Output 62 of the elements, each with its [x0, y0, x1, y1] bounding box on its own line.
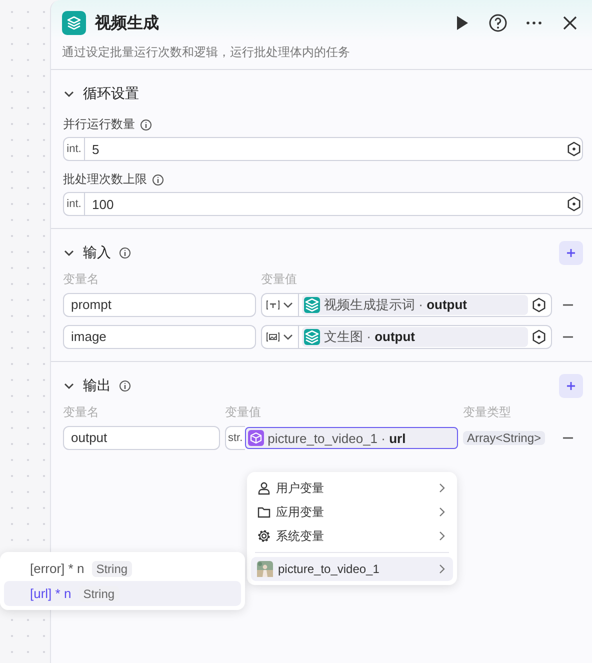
column-header: 变量类型	[463, 404, 512, 421]
layers-icon	[304, 297, 320, 313]
layers-icon	[66, 15, 82, 31]
reference-label: 视频生成提示词 · output	[324, 296, 467, 314]
variable-picker-icon[interactable]	[566, 196, 582, 212]
menu-item[interactable]: [url] * n String	[4, 581, 241, 606]
help-icon[interactable]	[488, 13, 508, 33]
field-label: 批处理次数上限	[63, 171, 147, 188]
field-value: 100	[91, 196, 115, 212]
value-field[interactable]: 文生图 · output	[261, 325, 552, 349]
info-icon	[140, 118, 152, 130]
chevron-right-icon	[437, 530, 447, 542]
add-button[interactable]	[559, 241, 583, 265]
node-title: 视频生成	[95, 13, 160, 34]
field-value: 5	[91, 142, 100, 156]
chevron-right-icon	[437, 563, 447, 575]
reference-label: picture_to_video_1 · url	[268, 430, 406, 446]
chevron-right-icon	[437, 506, 447, 518]
number-field[interactable]: int. 5	[63, 137, 583, 161]
number-field[interactable]: int. 100	[63, 192, 583, 216]
info-icon	[119, 247, 131, 259]
variable-picker-icon[interactable]	[531, 297, 547, 313]
section-title: 输入	[83, 244, 111, 262]
section-title: 循环设置	[83, 85, 139, 103]
menu-item[interactable]: 用户变量	[251, 476, 453, 500]
type-label: str.	[225, 426, 245, 450]
reference-label: 文生图 · output	[324, 328, 415, 346]
text-type-icon	[266, 299, 280, 311]
node-description: 通过设定批量运行次数和逻辑，运行批处理体内的任务	[62, 44, 351, 61]
column-header: 变量值	[225, 404, 262, 421]
info-icon	[119, 380, 131, 392]
settings-icon	[257, 529, 271, 543]
variable-picker-icon[interactable]	[566, 141, 582, 157]
image-type-icon	[266, 331, 280, 343]
column-header: 变量名	[63, 404, 100, 421]
field-label: 并行运行数量	[63, 116, 135, 133]
name-field[interactable]: image	[63, 325, 256, 349]
section-title: 输出	[83, 377, 111, 395]
plus-icon	[565, 247, 577, 259]
column-header: 变量值	[261, 271, 298, 288]
name-field[interactable]: output	[63, 426, 220, 450]
variable-picker-icon[interactable]	[531, 329, 547, 345]
type-tag: String	[92, 560, 132, 576]
value-field[interactable]: 视频生成提示词 · output	[261, 293, 552, 317]
reference-field[interactable]: picture_to_video_1 · url	[244, 427, 458, 449]
type-tag: Array<String>	[463, 431, 546, 445]
menu-item[interactable]: 应用变量	[251, 500, 453, 524]
name-field[interactable]: prompt	[63, 293, 256, 317]
column-header: 变量名	[63, 271, 100, 288]
chevron-right-icon	[437, 482, 447, 494]
add-button[interactable]	[559, 374, 583, 398]
cube-icon	[250, 432, 262, 444]
plus-icon	[565, 380, 577, 392]
menu-item[interactable]: [error] * n String	[4, 556, 241, 581]
type-label: int.	[64, 193, 85, 215]
user-icon	[257, 481, 271, 495]
type-label: int.	[64, 138, 85, 160]
menu-item[interactable]: picture_to_video_1	[251, 557, 453, 581]
folder-icon	[257, 505, 271, 519]
layers-icon	[304, 329, 320, 345]
menu-item[interactable]: 系统变量	[251, 524, 453, 548]
info-icon	[152, 174, 164, 186]
